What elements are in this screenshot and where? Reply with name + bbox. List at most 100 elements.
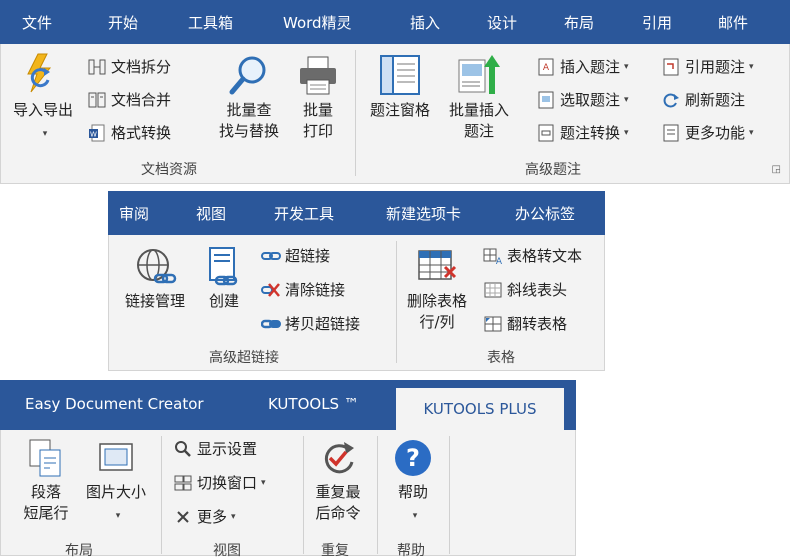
batch-find-label-1: 批量查 — [226, 101, 272, 119]
format-convert-button[interactable]: W 格式转换 — [87, 122, 171, 143]
table-to-text-label: 表格转文本 — [507, 247, 583, 265]
doc-split-button[interactable]: 文档拆分 — [87, 56, 171, 77]
display-settings-button[interactable]: 显示设置 — [173, 438, 257, 459]
batch-print-button[interactable]: 批量 打印 — [289, 52, 347, 142]
tab-developer[interactable]: 开发工具 — [274, 203, 334, 224]
refresh-icon — [663, 93, 679, 107]
ref-caption-button[interactable]: 引用题注 ▾ — [661, 56, 754, 77]
tab-easy-document-creator[interactable]: Easy Document Creator — [25, 395, 204, 413]
doc-merge-label: 文档合并 — [111, 91, 172, 109]
para-label-2: 短尾行 — [23, 504, 69, 522]
select-caption-label: 选取题注 — [560, 91, 621, 109]
import-export-button[interactable]: 导入导出 ▾ — [5, 52, 81, 145]
tab-mailings[interactable]: 邮件 — [718, 12, 748, 33]
insert-caption-arrow-icon — [458, 55, 500, 94]
copy-hyperlink-button[interactable]: 拷贝超链接 — [261, 313, 360, 334]
tab-view[interactable]: 视图 — [196, 203, 226, 224]
group-label-help: 帮助 — [397, 543, 425, 559]
lightning-refresh-icon — [27, 53, 52, 93]
batch-find-replace-button[interactable]: 批量查 找与替换 — [209, 52, 289, 142]
svg-text:A: A — [496, 257, 503, 266]
ribbon-top-body: 导入导出 ▾ 文档拆分 文档合并 W 格式转换 批量查 找与替换 批量 打印 文… — [0, 44, 790, 184]
flip-table-label: 翻转表格 — [507, 315, 568, 333]
hyperlink-label: 超链接 — [285, 247, 331, 265]
group-divider — [449, 436, 450, 554]
dialog-launcher-icon[interactable]: ◲ — [772, 164, 781, 175]
chevron-down-icon: ▾ — [231, 511, 236, 522]
search-icon — [175, 440, 191, 457]
clear-links-button[interactable]: 清除链接 — [261, 279, 345, 300]
insert-caption-button[interactable]: A 插入题注 ▾ — [536, 56, 629, 77]
tab-review[interactable]: 审阅 — [119, 203, 149, 224]
link-manage-label: 链接管理 — [124, 292, 185, 310]
help-icon: ? — [395, 440, 431, 476]
batch-print-label-2: 打印 — [302, 122, 333, 140]
link-manage-button[interactable]: 链接管理 — [115, 245, 195, 312]
insert-caption-icon: A — [538, 58, 554, 75]
repeat-last-command-button[interactable]: 重复最 后命令 — [305, 436, 371, 524]
merge-icon — [88, 92, 106, 107]
copy-link-icon — [261, 319, 281, 328]
tab-kutools-plus[interactable]: KUTOOLS PLUS — [396, 388, 564, 430]
select-caption-button[interactable]: 选取题注 ▾ — [536, 89, 629, 110]
refresh-caption-button[interactable]: 刷新题注 — [661, 89, 745, 110]
table-to-text-button[interactable]: A 表格转文本 — [483, 245, 582, 266]
ribbon-middle-tabbar: 审阅 视图 开发工具 新建选项卡 办公标签 — [108, 191, 605, 235]
flip-table-button[interactable]: 翻转表格 — [483, 313, 567, 334]
picture-resize-icon — [99, 443, 133, 471]
batch-insert-caption-button[interactable]: 批量插入 题注 — [441, 52, 517, 142]
group-label-repeat: 重复 — [321, 543, 349, 559]
table-delete-icon — [418, 250, 457, 280]
tab-file[interactable]: 文件 — [22, 12, 52, 33]
caption-convert-button[interactable]: 题注转换 ▾ — [536, 122, 629, 143]
repeat-label-1: 重复最 — [315, 483, 361, 501]
chevron-down-icon: ▾ — [624, 127, 629, 138]
split-icon — [88, 59, 106, 74]
import-export-label: 导入导出 — [12, 101, 73, 119]
caption-pane-button[interactable]: 题注窗格 — [361, 52, 439, 121]
ribbon-bottom-tabbar: Easy Document Creator KUTOOLS ™ KUTOOLS … — [0, 380, 576, 430]
hyperlink-button[interactable]: 超链接 — [261, 245, 330, 266]
tab-home[interactable]: 开始 — [108, 12, 138, 33]
tab-kutools-plus-label: KUTOOLS PLUS — [423, 400, 537, 418]
ribbon-bottom: Easy Document Creator KUTOOLS ™ KUTOOLS … — [0, 380, 576, 559]
repeat-check-icon — [324, 442, 354, 474]
link-icon — [261, 251, 281, 260]
more-functions-button[interactable]: 更多功能 ▾ — [661, 122, 754, 143]
picture-size-button[interactable]: 图片大小 ▾ — [77, 436, 155, 527]
chevron-down-icon: ▾ — [261, 477, 266, 488]
tab-kutools[interactable]: KUTOOLS ™ — [268, 395, 359, 413]
tab-design[interactable]: 设计 — [487, 12, 517, 33]
tab-office-tab[interactable]: 办公标签 — [515, 203, 575, 224]
tab-toolbox[interactable]: 工具箱 — [188, 12, 233, 33]
pic-size-label: 图片大小 — [85, 483, 146, 501]
group-divider — [303, 436, 304, 554]
svg-text:?: ? — [406, 444, 420, 472]
unlink-icon — [261, 282, 280, 297]
help-button[interactable]: ? 帮助 ▾ — [383, 436, 443, 527]
group-label-view: 视图 — [213, 543, 241, 559]
format-convert-label: 格式转换 — [111, 124, 172, 142]
batch-insert-label-2: 题注 — [463, 122, 494, 140]
tab-word-wizard[interactable]: Word精灵 — [283, 12, 352, 33]
tab-insert[interactable]: 插入 — [410, 12, 440, 33]
tab-new-tab[interactable]: 新建选项卡 — [386, 203, 461, 224]
caption-convert-label: 题注转换 — [560, 124, 621, 142]
table-text-icon: A — [483, 248, 503, 266]
paragraph-short-line-button[interactable]: 段落 短尾行 — [13, 436, 79, 524]
create-link-button[interactable]: 创建 — [199, 245, 249, 312]
doc-merge-button[interactable]: 文档合并 — [87, 89, 171, 110]
more-button[interactable]: 更多 ▾ — [173, 506, 236, 527]
printer-icon — [300, 56, 336, 95]
select-caption-icon — [538, 91, 554, 108]
ribbon-bottom-body: 段落 短尾行 图片大小 ▾ 布局 显示设置 切换窗口 ▾ 更多 ▾ 视图 重复最… — [0, 430, 576, 559]
chevron-down-icon: ▾ — [42, 129, 48, 139]
doc-split-label: 文档拆分 — [111, 58, 172, 76]
group-label-advanced-hyperlink: 高级超链接 — [209, 350, 279, 366]
tab-layout[interactable]: 布局 — [564, 12, 594, 33]
diagonal-header-button[interactable]: 斜线表头 — [483, 279, 567, 300]
tab-references[interactable]: 引用 — [642, 12, 672, 33]
delete-table-row-col-button[interactable]: 删除表格 行/列 — [397, 245, 477, 333]
switch-window-button[interactable]: 切换窗口 ▾ — [173, 472, 266, 493]
chevron-down-icon: ▾ — [749, 127, 754, 138]
